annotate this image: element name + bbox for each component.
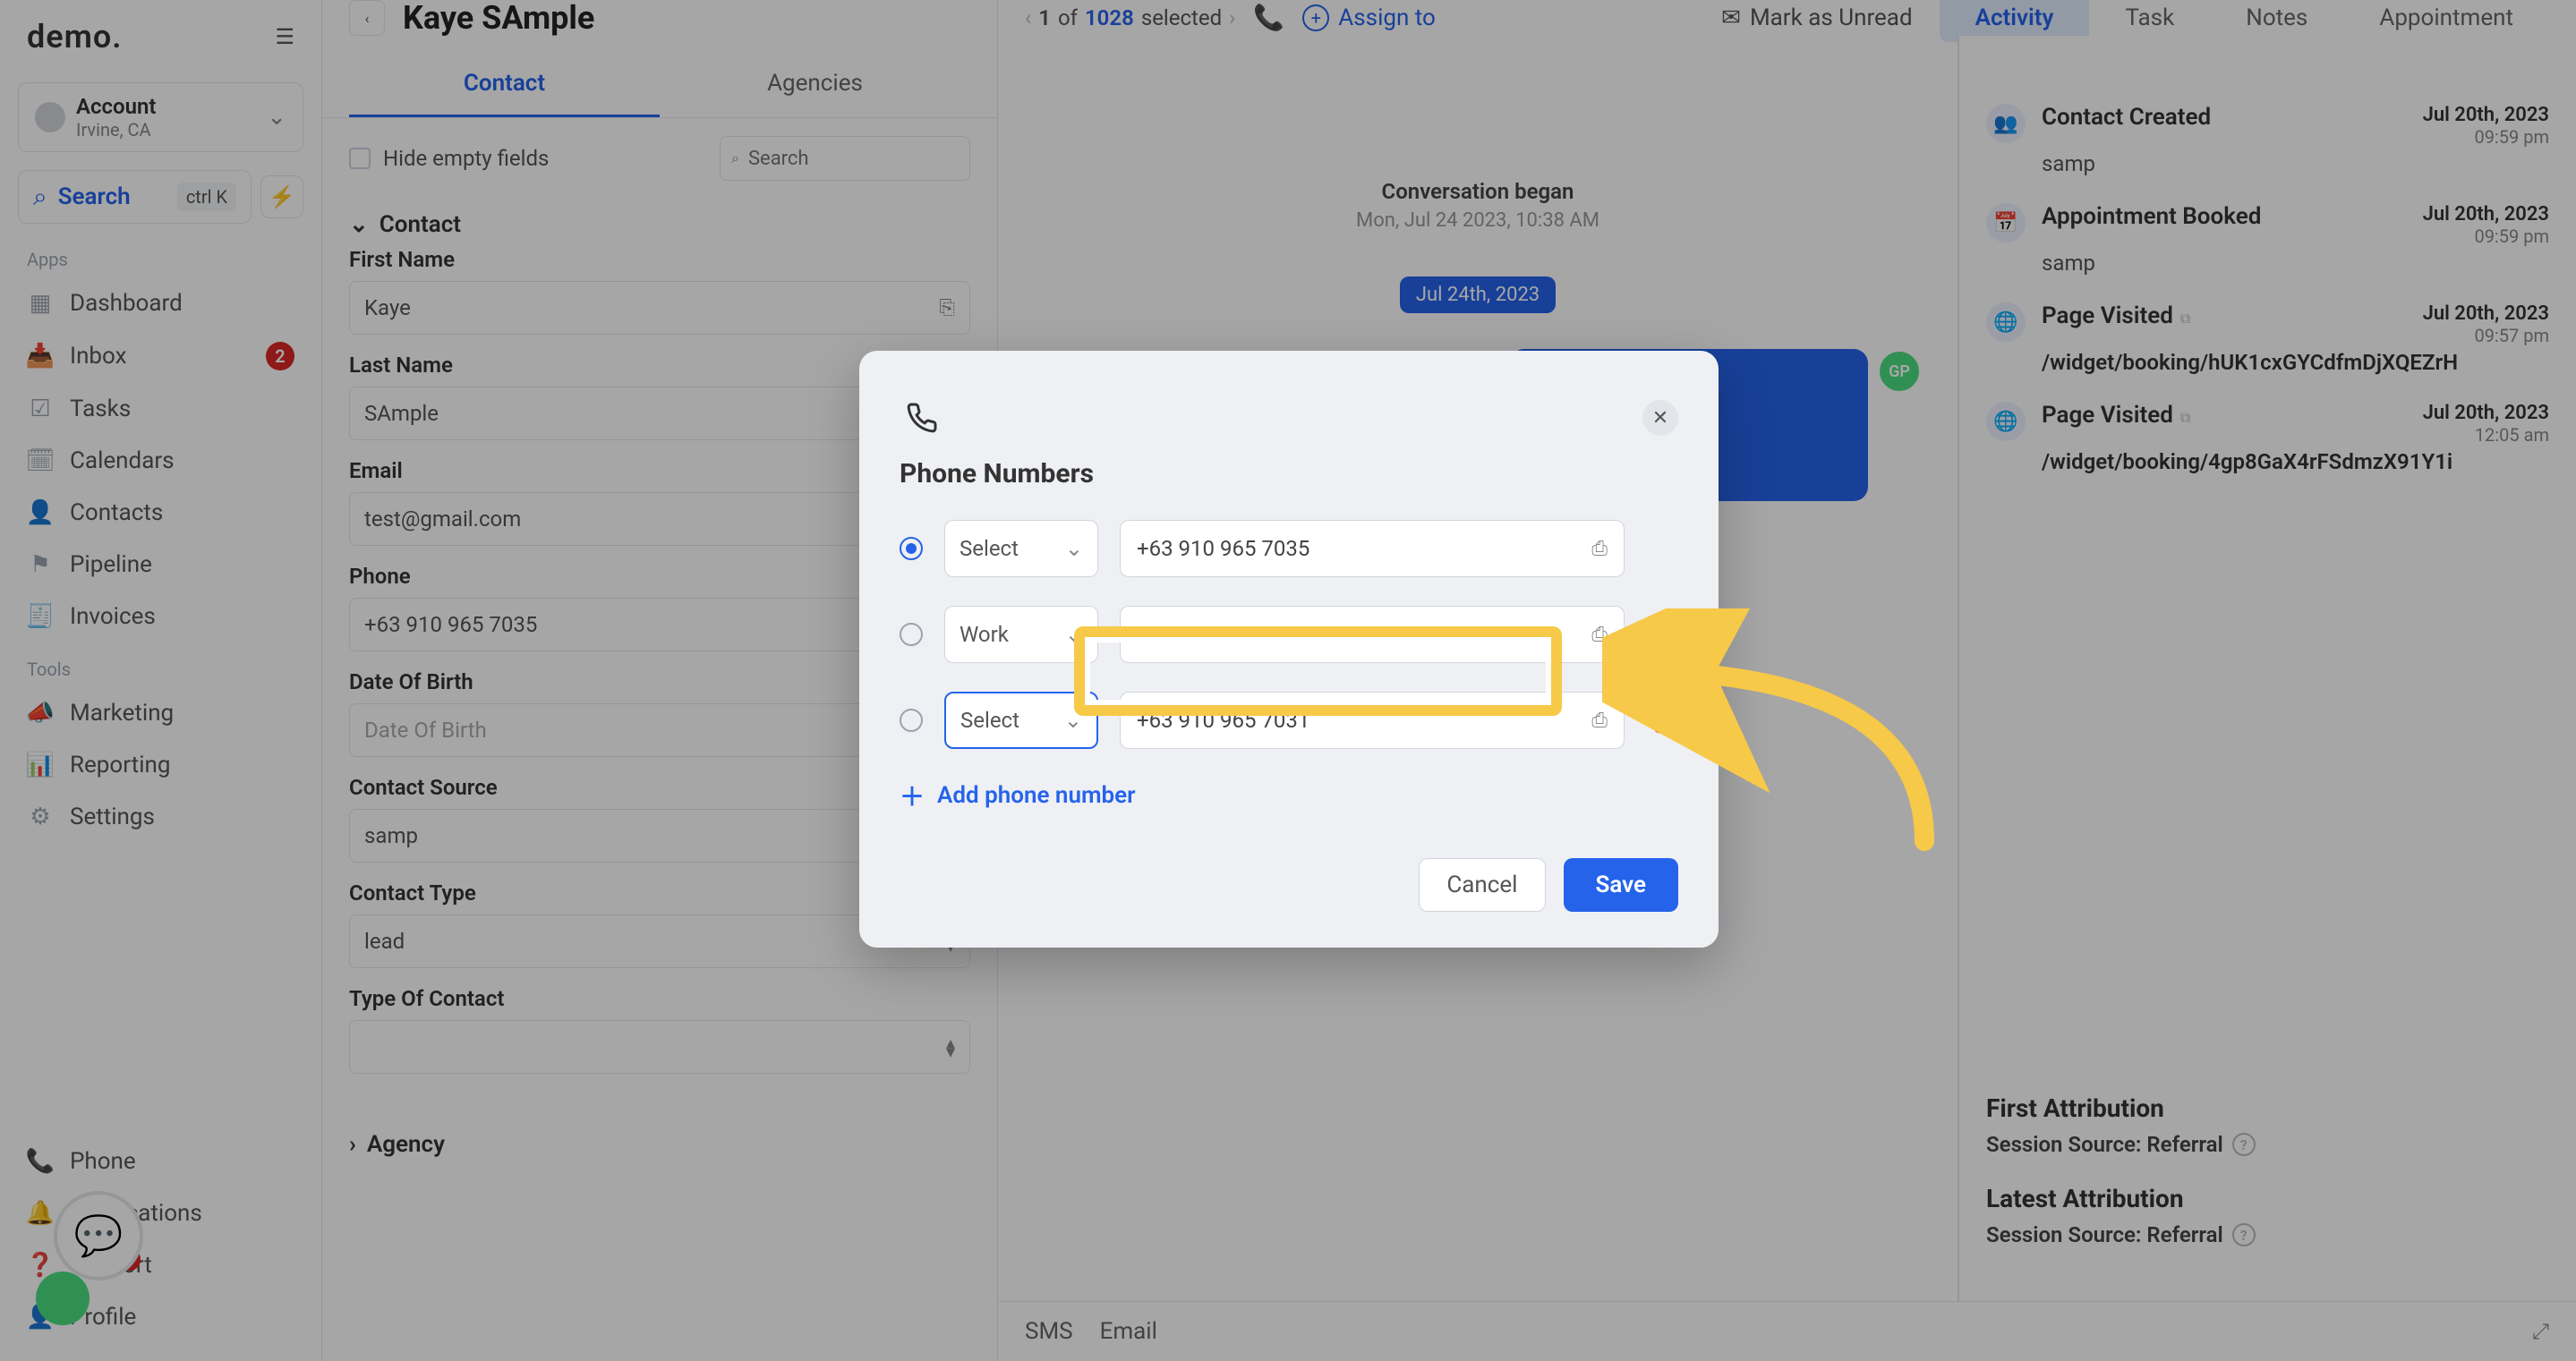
modal-title: Phone Numbers bbox=[900, 458, 1678, 489]
delete-icon[interactable]: 🗑 bbox=[1646, 620, 1678, 650]
format-icon[interactable]: ⎙ bbox=[1591, 710, 1608, 732]
primary-radio[interactable] bbox=[900, 537, 923, 560]
format-icon[interactable]: ⎙ bbox=[1591, 538, 1608, 560]
primary-radio[interactable] bbox=[900, 623, 923, 646]
phone-type-select[interactable]: Select ⌄ bbox=[944, 520, 1098, 577]
chevron-down-icon: ⌄ bbox=[1065, 536, 1083, 561]
add-phone-number[interactable]: ＋ Add phone number bbox=[900, 778, 1678, 813]
phone-row: Select ⌄ +63 910 965 7035 ⎙ bbox=[900, 520, 1678, 577]
phone-number-input[interactable]: +63 910 965 7035 ⎙ bbox=[1120, 520, 1625, 577]
chevron-down-icon: ⌄ bbox=[1065, 622, 1083, 647]
plus-icon: ＋ bbox=[900, 778, 925, 813]
phone-row: Select ⌄ +63 910 965 7031 ⎙ 🗑 bbox=[900, 692, 1678, 749]
close-button[interactable]: ✕ bbox=[1642, 400, 1678, 436]
chevron-down-icon: ⌄ bbox=[1064, 708, 1082, 733]
phone-number-input[interactable]: +63 910 965 7031 ⎙ bbox=[1120, 692, 1625, 749]
delete-icon[interactable]: 🗑 bbox=[1646, 706, 1678, 736]
phone-numbers-modal: ✕ Phone Numbers Select ⌄ +63 910 965 703… bbox=[859, 351, 1719, 948]
phone-number-input[interactable]: +63 910 965 7033 ⎙ bbox=[1120, 606, 1625, 663]
phone-row: Work ⌄ +63 910 965 7033 ⎙ 🗑 bbox=[900, 606, 1678, 663]
primary-radio[interactable] bbox=[900, 709, 923, 732]
save-button[interactable]: Save bbox=[1564, 858, 1679, 912]
phone-type-select[interactable]: Work ⌄ bbox=[944, 606, 1098, 663]
cancel-button[interactable]: Cancel bbox=[1419, 858, 1545, 912]
phone-type-select[interactable]: Select ⌄ bbox=[944, 692, 1098, 749]
format-icon[interactable]: ⎙ bbox=[1591, 624, 1608, 646]
phone-icon bbox=[900, 396, 944, 440]
